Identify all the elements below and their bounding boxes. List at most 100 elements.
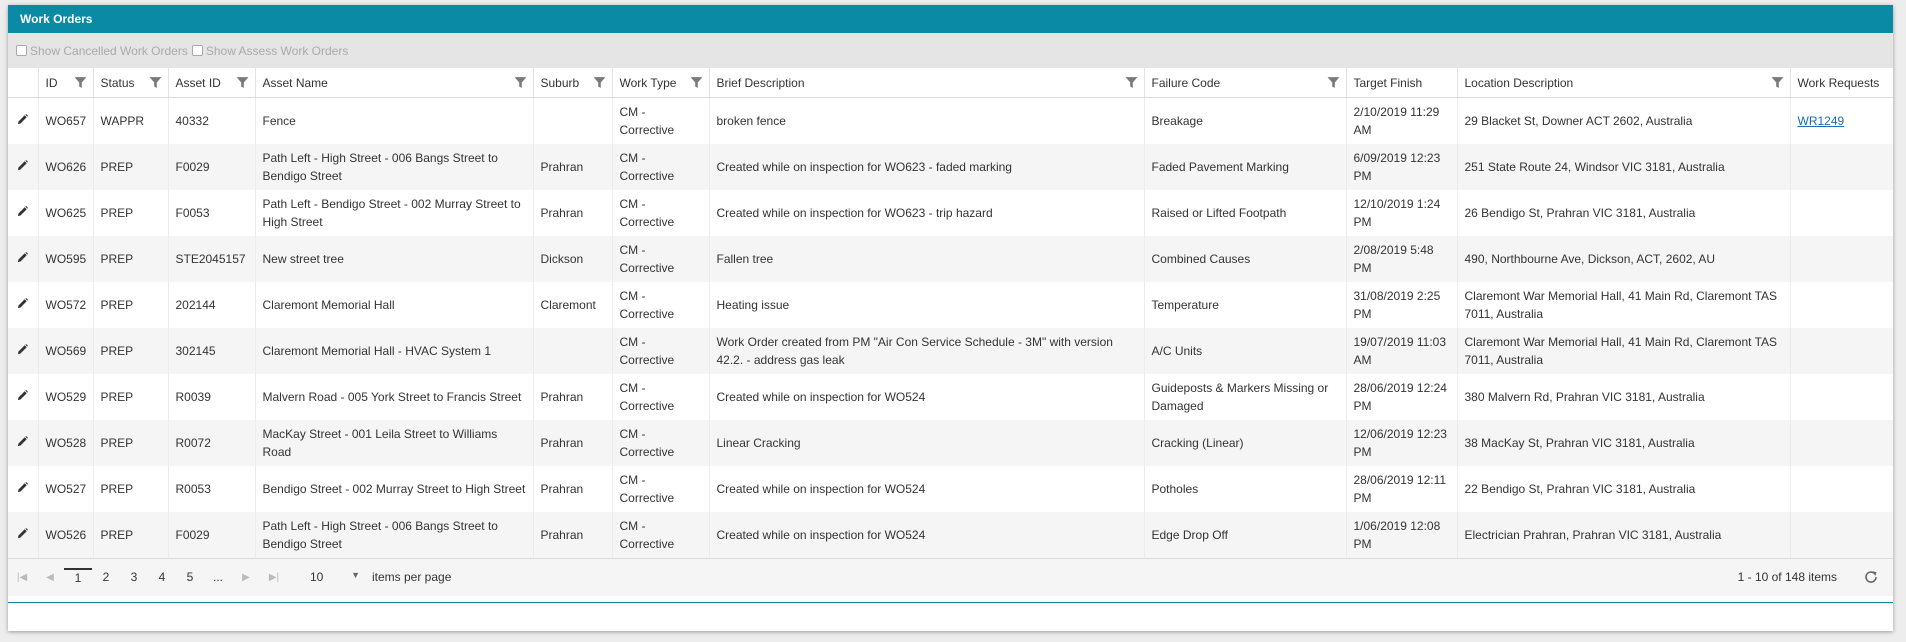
refresh-icon[interactable] (1863, 569, 1879, 585)
checkbox-box[interactable] (191, 45, 203, 56)
filter-icon[interactable] (1327, 76, 1340, 89)
cell-target-finish: 19/07/2019 11:03 AM (1345, 327, 1457, 374)
cell-work-type: CM - Corrective (611, 97, 709, 144)
pencil-icon[interactable] (17, 205, 29, 217)
column-header-failure-code[interactable]: Failure Code (1143, 68, 1346, 98)
column-header-location-description[interactable]: Location Description (1456, 68, 1790, 98)
page-2[interactable]: 2 (92, 570, 120, 584)
filter-icon[interactable] (690, 76, 703, 89)
column-header-work-type[interactable]: Work Type (611, 68, 709, 98)
edit-cell[interactable] (8, 328, 38, 374)
edit-cell[interactable] (8, 512, 38, 558)
filter-icon[interactable] (236, 76, 249, 89)
cell-asset-id: 302145 (167, 327, 255, 374)
edit-cell[interactable] (8, 144, 38, 190)
cell-work-requests (1789, 465, 1893, 512)
cell-suburb: Prahran (532, 373, 612, 420)
cell-location-description: 38 MacKay St, Prahran VIC 3181, Australi… (1456, 419, 1790, 466)
cell-work-requests (1789, 419, 1893, 466)
grid-body: WO657 WAPPR 40332 Fence CM - Corrective … (8, 97, 1893, 558)
filter-icon[interactable] (593, 76, 606, 89)
column-header-id[interactable]: ID (37, 68, 93, 98)
table-row[interactable]: WO526 PREP F0029 Path Left - High Street… (8, 511, 1893, 558)
page-more[interactable]: ... (204, 570, 232, 584)
cell-status: PREP (92, 373, 168, 420)
pencil-icon[interactable] (17, 343, 29, 355)
filter-icon[interactable] (1771, 76, 1784, 89)
cell-suburb (532, 327, 612, 374)
pencil-icon[interactable] (17, 527, 29, 539)
cell-target-finish: 1/06/2019 12:08 PM (1345, 511, 1457, 558)
cell-work-requests (1789, 327, 1893, 374)
edit-cell[interactable] (8, 420, 38, 466)
cell-asset-name: Path Left - High Street - 006 Bangs Stre… (254, 143, 533, 190)
filter-icon[interactable] (1125, 76, 1138, 89)
pencil-icon[interactable] (17, 297, 29, 309)
edit-cell[interactable] (8, 466, 38, 512)
cell-id: WO595 (37, 235, 93, 282)
cell-work-requests (1789, 511, 1893, 558)
cell-suburb: Dickson (532, 235, 612, 282)
edit-cell[interactable] (8, 236, 38, 282)
table-row[interactable]: WO657 WAPPR 40332 Fence CM - Corrective … (8, 97, 1893, 144)
pencil-icon[interactable] (17, 389, 29, 401)
pencil-icon[interactable] (17, 159, 29, 171)
column-header-asset-name[interactable]: Asset Name (254, 68, 533, 98)
pencil-icon[interactable] (17, 435, 29, 447)
table-row[interactable]: WO625 PREP F0053 Path Left - Bendigo Str… (8, 189, 1893, 236)
column-header-asset-id[interactable]: Asset ID (167, 68, 255, 98)
cell-failure-code: Raised or Lifted Footpath (1143, 189, 1346, 236)
page-size-select[interactable]: 10 ▼ (300, 570, 360, 584)
pencil-icon[interactable] (17, 113, 29, 125)
table-row[interactable]: WO626 PREP F0029 Path Left - High Street… (8, 143, 1893, 190)
cell-asset-name: Path Left - Bendigo Street - 002 Murray … (254, 189, 533, 236)
cell-failure-code: Combined Causes (1143, 235, 1346, 282)
page-5[interactable]: 5 (176, 570, 204, 584)
filter-icon[interactable] (514, 76, 527, 89)
cell-work-requests (1789, 373, 1893, 420)
next-page-button[interactable]: ▶ (232, 572, 260, 583)
edit-cell[interactable] (8, 282, 38, 328)
edit-cell[interactable] (8, 374, 38, 420)
edit-cell[interactable] (8, 190, 38, 236)
work-orders-panel: Work Orders Show Cancelled Work Orders S… (8, 5, 1893, 631)
first-page-button[interactable]: |◀ (8, 572, 36, 583)
cell-asset-id: F0053 (167, 189, 255, 236)
footer-divider (8, 601, 1893, 603)
filter-icon[interactable] (149, 76, 162, 89)
cell-asset-id: R0072 (167, 419, 255, 466)
table-row[interactable]: WO569 PREP 302145 Claremont Memorial Hal… (8, 327, 1893, 374)
cell-brief-description: Created while on inspection for WO524 (708, 373, 1144, 420)
column-header-work-requests[interactable]: Work Requests (1789, 68, 1893, 98)
table-row[interactable]: WO527 PREP R0053 Bendigo Street - 002 Mu… (8, 465, 1893, 512)
page-3[interactable]: 3 (120, 570, 148, 584)
page-1[interactable]: 1 (64, 568, 92, 586)
table-row[interactable]: WO572 PREP 202144 Claremont Memorial Hal… (8, 281, 1893, 328)
column-header-target-finish[interactable]: Target Finish (1345, 68, 1457, 98)
cell-location-description: 26 Bendigo St, Prahran VIC 3181, Austral… (1456, 189, 1790, 236)
prev-page-button[interactable]: ◀ (36, 572, 64, 583)
checkbox-box[interactable] (16, 45, 27, 56)
table-row[interactable]: WO595 PREP STE2045157 New street tree Di… (8, 235, 1893, 282)
table-row[interactable]: WO528 PREP R0072 MacKay Street - 001 Lei… (8, 419, 1893, 466)
column-header-brief-description[interactable]: Brief Description (708, 68, 1144, 98)
cell-target-finish: 28/06/2019 12:11 PM (1345, 465, 1457, 512)
pager-range: 1 - 10 of 148 items (1737, 570, 1837, 584)
filter-icon[interactable] (74, 76, 87, 89)
edit-cell[interactable] (8, 98, 38, 144)
cell-id: WO572 (37, 281, 93, 328)
table-row[interactable]: WO529 PREP R0039 Malvern Road - 005 York… (8, 373, 1893, 420)
column-header-status[interactable]: Status (92, 68, 168, 98)
show-cancelled-checkbox[interactable]: Show Cancelled Work Orders (16, 44, 188, 58)
pencil-icon[interactable] (17, 481, 29, 493)
cell-location-description: Claremont War Memorial Hall, 41 Main Rd,… (1456, 281, 1790, 328)
cell-asset-id: R0053 (167, 465, 255, 512)
pencil-icon[interactable] (17, 251, 29, 263)
page-4[interactable]: 4 (148, 570, 176, 584)
cell-location-description: 29 Blacket St, Downer ACT 2602, Australi… (1456, 97, 1790, 144)
show-assess-checkbox[interactable]: Show Assess Work Orders (191, 44, 348, 58)
last-page-button[interactable]: ▶| (260, 572, 288, 583)
column-header-suburb[interactable]: Suburb (532, 68, 612, 98)
work-request-link[interactable]: WR1249 (1798, 114, 1845, 128)
cell-work-type: CM - Corrective (611, 189, 709, 236)
